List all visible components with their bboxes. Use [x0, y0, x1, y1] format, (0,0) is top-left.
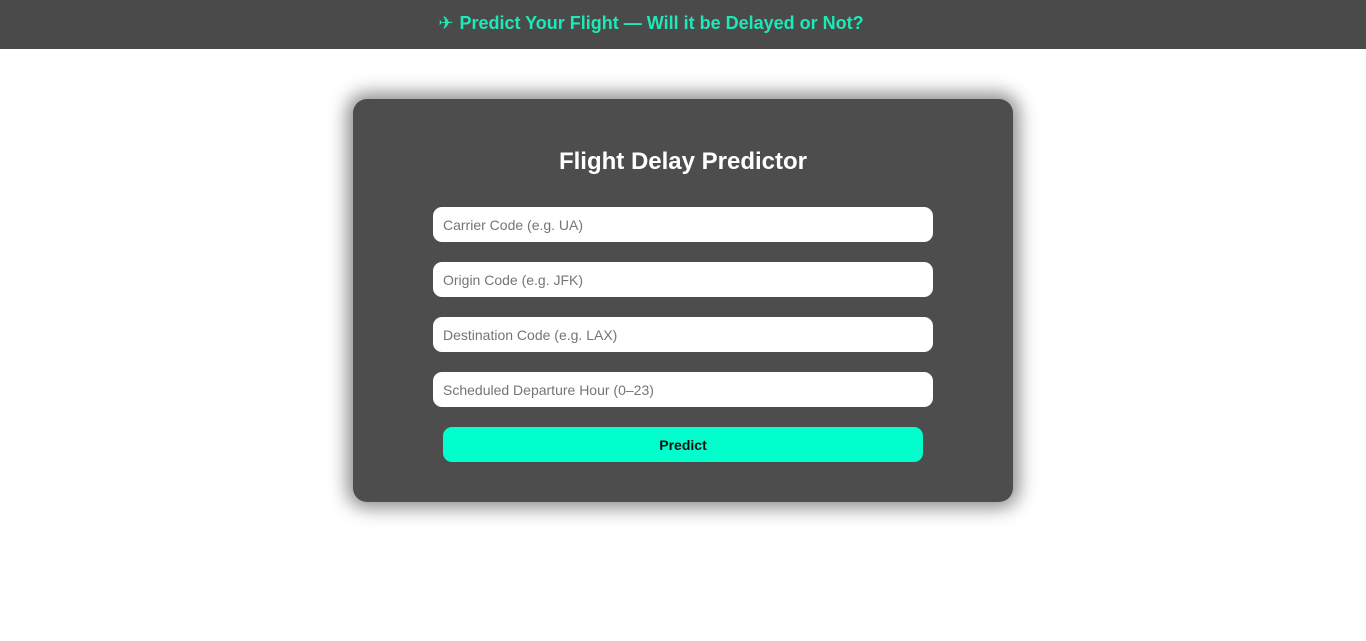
origin-code-input[interactable] — [433, 262, 933, 297]
header-banner: ✈ Predict Your Flight — Will it be Delaye… — [0, 0, 1366, 49]
departure-hour-input[interactable] — [433, 372, 933, 407]
form-title: Flight Delay Predictor — [558, 148, 808, 175]
airplane-icon: ✈ — [438, 13, 454, 33]
predictor-card: Flight Delay Predictor Predict — [353, 99, 1013, 502]
predict-button[interactable]: Predict — [443, 427, 923, 462]
page-header-title: ✈ Predict Your Flight — Will it be Delaye… — [0, 0, 1302, 46]
carrier-code-input[interactable] — [433, 207, 933, 242]
header-title-text: Predict Your Flight — Will it be Delayed… — [459, 13, 864, 33]
destination-code-input[interactable] — [433, 317, 933, 352]
